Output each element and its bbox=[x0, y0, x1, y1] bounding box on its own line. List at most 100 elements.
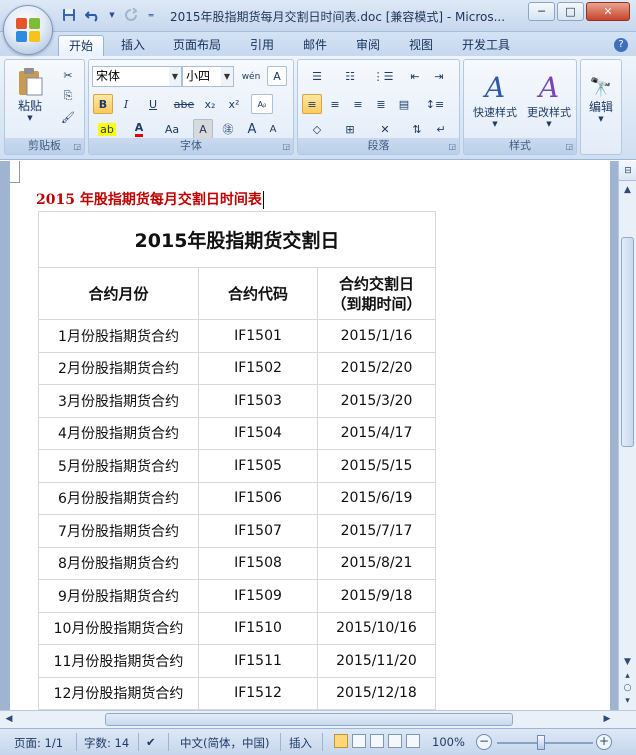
next-page-icon[interactable]: ▾ bbox=[621, 694, 634, 708]
char-border-button[interactable]: A bbox=[267, 66, 287, 86]
italic-button[interactable]: I bbox=[116, 94, 136, 114]
tab-references[interactable]: 引用 bbox=[240, 35, 284, 56]
web-layout-icon[interactable] bbox=[370, 734, 384, 748]
vertical-scroll-thumb[interactable] bbox=[621, 237, 634, 447]
chevron-down-icon: ▼ bbox=[27, 113, 33, 122]
align-center-icon[interactable]: ≡ bbox=[325, 94, 345, 114]
paste-button[interactable]: 粘贴 ▼ bbox=[11, 64, 49, 124]
font-group: 宋体 ▼ 小四 ▼ wén A B I U abe x₂ x² Aᵦ ab A … bbox=[88, 59, 294, 155]
shrink-font-button[interactable]: A bbox=[263, 119, 283, 139]
align-left-icon[interactable]: ≡ bbox=[302, 94, 322, 114]
table-row: 12月份股指期货合约 IF1512 2015/12/18 bbox=[38, 676, 436, 710]
tab-developer[interactable]: 开发工具 bbox=[452, 35, 520, 56]
undo-icon[interactable] bbox=[84, 6, 102, 24]
table-row: 4月份股指期货合约 IF1504 2015/4/17 bbox=[38, 416, 436, 450]
insert-mode-indicator[interactable]: 插入 bbox=[289, 735, 312, 751]
line-spacing-icon[interactable]: ↕≡ bbox=[420, 94, 450, 114]
align-right-icon[interactable]: ≡ bbox=[348, 94, 368, 114]
proofing-icon[interactable]: ✔ bbox=[146, 735, 156, 749]
change-case-button[interactable]: Aa bbox=[157, 119, 187, 139]
zoom-out-button[interactable]: − bbox=[476, 734, 492, 750]
quick-styles-icon: A bbox=[484, 70, 506, 104]
save-icon[interactable] bbox=[60, 6, 78, 24]
justify-icon[interactable]: ≣ bbox=[371, 94, 391, 114]
borders-icon[interactable]: ⊞ bbox=[335, 119, 365, 139]
help-icon[interactable]: ? bbox=[614, 38, 628, 52]
subscript-button[interactable]: x₂ bbox=[199, 94, 221, 114]
tab-home[interactable]: 开始 bbox=[58, 35, 105, 56]
zoom-in-button[interactable]: + bbox=[596, 734, 612, 750]
vertical-scrollbar[interactable]: ⊟ ▲ ▼ ▴ ○ ▾ bbox=[618, 161, 636, 710]
change-styles-button[interactable]: A 更改样式 ▼ bbox=[521, 64, 577, 134]
format-painter-icon[interactable]: 🖌 bbox=[57, 108, 79, 126]
close-button[interactable]: ✕ bbox=[586, 2, 630, 21]
dialog-launcher-icon[interactable]: ◲ bbox=[565, 142, 573, 151]
print-layout-icon[interactable] bbox=[334, 734, 348, 748]
zoom-slider-handle[interactable] bbox=[537, 735, 545, 750]
sort-icon[interactable]: ⇅ bbox=[406, 119, 428, 139]
numbering-icon[interactable]: ☷ bbox=[335, 67, 365, 86]
phonetic-guide-button[interactable]: wén bbox=[239, 66, 263, 87]
dialog-launcher-icon[interactable]: ◲ bbox=[282, 142, 290, 151]
strikethrough-button[interactable]: abe bbox=[171, 94, 197, 114]
quick-styles-button[interactable]: A 快速样式 ▼ bbox=[467, 64, 523, 134]
decrease-indent-icon[interactable]: ⇤ bbox=[404, 67, 426, 86]
distributed-icon[interactable]: ▤ bbox=[394, 94, 414, 114]
scroll-left-icon[interactable]: ◀ bbox=[2, 713, 16, 726]
zoom-slider-track[interactable] bbox=[497, 742, 593, 744]
dialog-launcher-icon[interactable]: ◲ bbox=[73, 142, 81, 151]
editing-button[interactable]: 🔭 编辑 ▼ bbox=[583, 66, 619, 134]
tab-insert[interactable]: 插入 bbox=[111, 35, 155, 56]
draft-view-icon[interactable] bbox=[406, 734, 420, 748]
increase-indent-icon[interactable]: ⇥ bbox=[428, 67, 450, 86]
customize-icon[interactable]: ═ bbox=[146, 6, 156, 24]
ruler-toggle-icon[interactable]: ⊟ bbox=[619, 161, 636, 181]
scroll-up-icon[interactable]: ▲ bbox=[621, 183, 634, 197]
page-count[interactable]: 页面: 1/1 bbox=[14, 735, 63, 751]
table-row: 8月份股指期货合约 IF1508 2015/8/21 bbox=[38, 546, 436, 580]
maximize-button[interactable]: □ bbox=[557, 2, 584, 21]
font-color-icon: A bbox=[134, 121, 144, 137]
shading-icon[interactable]: ◇ bbox=[302, 119, 332, 139]
word-count[interactable]: 字数: 14 bbox=[84, 735, 129, 751]
document-heading[interactable]: 2015 年股指期货每月交割日时间表 bbox=[36, 189, 264, 209]
chevron-down-icon[interactable]: ▼ bbox=[108, 6, 116, 24]
show-marks-icon[interactable]: ↵ bbox=[430, 119, 452, 139]
scroll-down-icon[interactable]: ▼ bbox=[621, 655, 634, 669]
font-size-select[interactable]: 小四 ▼ bbox=[182, 66, 234, 87]
tab-mailings[interactable]: 邮件 bbox=[293, 35, 337, 56]
bullets-icon[interactable]: ☰ bbox=[302, 67, 332, 86]
horizontal-scroll-thumb[interactable] bbox=[105, 713, 513, 726]
clear-formatting-icon[interactable]: Aᵦ bbox=[251, 94, 273, 114]
tab-view[interactable]: 视图 bbox=[399, 35, 443, 56]
minimize-button[interactable]: ─ bbox=[528, 2, 555, 21]
browse-object-icon[interactable]: ○ bbox=[621, 681, 634, 695]
scroll-right-icon[interactable]: ▶ bbox=[600, 713, 614, 726]
chinese-layout-icon[interactable]: ✕ bbox=[370, 119, 400, 139]
underline-button[interactable]: U bbox=[139, 94, 167, 114]
redo-icon[interactable] bbox=[122, 6, 140, 24]
office-button[interactable] bbox=[3, 5, 53, 55]
bold-button[interactable]: B bbox=[93, 94, 113, 114]
tab-page-layout[interactable]: 页面布局 bbox=[163, 35, 231, 56]
full-screen-reading-icon[interactable] bbox=[352, 734, 366, 748]
font-color-button[interactable]: A bbox=[125, 119, 153, 139]
table-row: 7月份股指期货合约 IF1507 2015/7/17 bbox=[38, 514, 436, 548]
cut-icon[interactable]: ✂ bbox=[57, 66, 79, 84]
char-shading-icon[interactable]: A bbox=[193, 119, 213, 139]
zoom-level[interactable]: 100% bbox=[432, 735, 465, 749]
superscript-button[interactable]: x² bbox=[223, 94, 245, 114]
multilevel-list-icon[interactable]: ⋮☰ bbox=[368, 67, 398, 86]
language-indicator[interactable]: 中文(简体，中国) bbox=[180, 735, 269, 751]
grow-font-button[interactable]: A bbox=[242, 119, 262, 139]
outline-view-icon[interactable] bbox=[388, 734, 402, 748]
table-cell: IF1512 bbox=[198, 676, 318, 710]
enclose-char-icon[interactable]: ㊟ bbox=[217, 119, 239, 139]
dialog-launcher-icon[interactable]: ◲ bbox=[448, 142, 456, 151]
document-page[interactable]: 2015 年股指期货每月交割日时间表 2015年股指期货交割日 合约月份 合约代… bbox=[10, 161, 610, 710]
horizontal-scrollbar[interactable]: ◀ ▶ bbox=[0, 710, 636, 728]
tab-review[interactable]: 审阅 bbox=[346, 35, 390, 56]
highlight-button[interactable]: ab bbox=[93, 119, 121, 139]
font-name-select[interactable]: 宋体 ▼ bbox=[92, 66, 182, 87]
copy-icon[interactable]: ⎘ bbox=[57, 87, 79, 105]
